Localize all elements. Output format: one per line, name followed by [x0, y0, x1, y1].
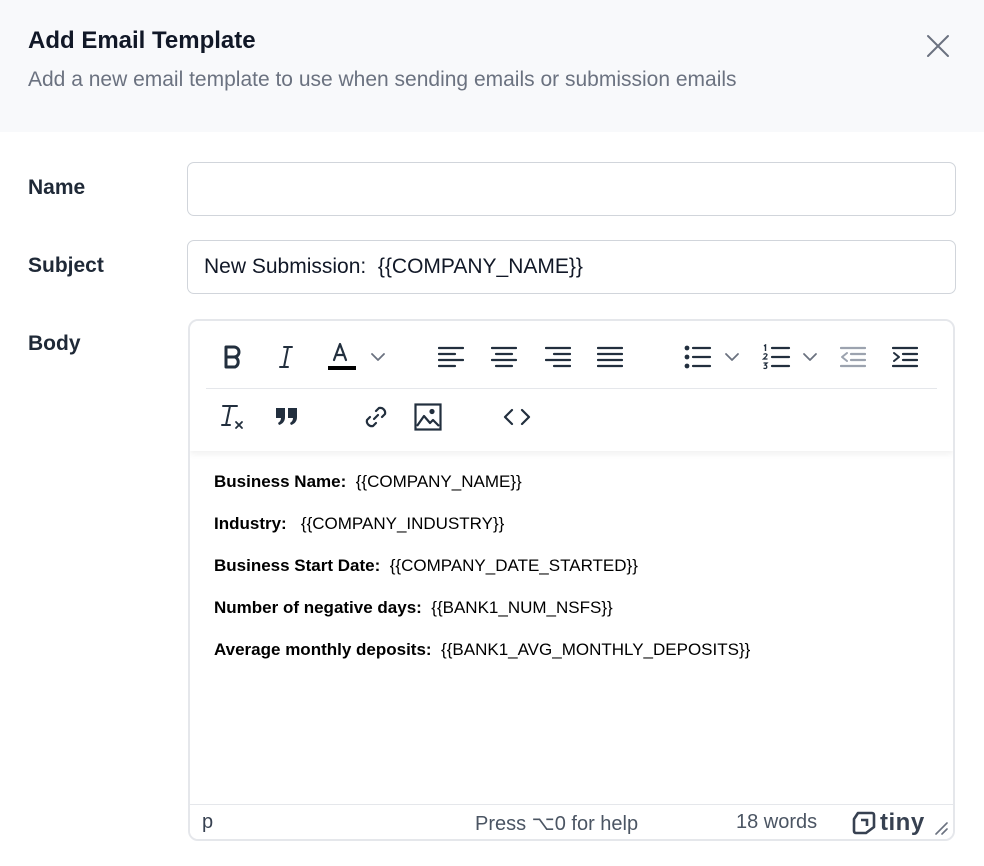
- text-color-icon: [328, 342, 385, 370]
- close-button[interactable]: [920, 28, 956, 64]
- editor-statusbar: p Press ⌥0 for help 18 words tiny: [190, 804, 953, 839]
- close-icon: [927, 35, 949, 57]
- content-line-business-name: Business Name: {{COMPANY_NAME}}: [214, 472, 522, 491]
- modal-header: Add Email Template Add a new email templ…: [0, 0, 984, 132]
- word-count[interactable]: 18 words: [736, 811, 817, 834]
- bullet-list-button[interactable]: [683, 339, 747, 375]
- bullet-list-icon: [684, 345, 739, 369]
- italic-icon: [279, 346, 293, 368]
- image-button[interactable]: [410, 399, 446, 435]
- align-left-icon: [438, 346, 464, 368]
- clear-formatting-button[interactable]: [215, 399, 251, 435]
- source-code-icon: [503, 408, 531, 426]
- content-line-start-date: Business Start Date: {{COMPANY_DATE_STAR…: [214, 556, 638, 575]
- align-right-icon: [545, 346, 571, 368]
- outdent-icon: [840, 346, 866, 368]
- resize-grip-icon: [935, 822, 948, 835]
- blockquote-icon: [276, 408, 297, 425]
- text-color-button[interactable]: [322, 339, 392, 375]
- indent-button[interactable]: [888, 339, 922, 375]
- help-hint: Press ⌥0 for help: [475, 813, 639, 835]
- tiny-logo-icon: [852, 811, 876, 835]
- numbered-list-button[interactable]: [761, 339, 825, 375]
- image-icon: [414, 403, 442, 431]
- content-line-industry: Industry: {{COMPANY_INDUSTRY}}: [214, 514, 505, 533]
- outdent-button[interactable]: [836, 339, 870, 375]
- bold-icon: [224, 345, 241, 369]
- name-input[interactable]: [187, 162, 956, 216]
- content-line-avg-deposits: Average monthly deposits: {{BANK1_AVG_MO…: [214, 640, 751, 659]
- element-path[interactable]: p: [202, 811, 213, 834]
- tiny-brand-text: tiny: [880, 809, 925, 836]
- align-left-button[interactable]: [434, 339, 468, 375]
- toolbar-row-2: [190, 389, 953, 449]
- link-button[interactable]: [358, 399, 394, 435]
- toolbar-row-1: [190, 321, 953, 389]
- resize-handle[interactable]: [934, 821, 948, 839]
- link-icon: [365, 406, 387, 428]
- align-center-button[interactable]: [487, 339, 521, 375]
- source-code-button[interactable]: [499, 399, 535, 435]
- subject-label: Subject: [28, 254, 104, 277]
- numbered-list-icon: [762, 344, 817, 370]
- name-label: Name: [28, 176, 86, 199]
- rich-text-editor: Business Name: {{COMPANY_NAME}} Industry…: [188, 319, 955, 841]
- blockquote-button[interactable]: [269, 399, 305, 435]
- modal-title: Add Email Template: [28, 27, 256, 54]
- align-justify-button[interactable]: [593, 339, 627, 375]
- bold-button[interactable]: [215, 339, 251, 375]
- editor-content[interactable]: Business Name: {{COMPANY_NAME}} Industry…: [214, 471, 934, 681]
- modal-subtitle: Add a new email template to use when sen…: [28, 68, 737, 91]
- editor-toolbar: [190, 321, 953, 451]
- subject-input[interactable]: [187, 240, 956, 294]
- align-right-button[interactable]: [541, 339, 575, 375]
- align-center-icon: [491, 346, 517, 368]
- content-line-negative-days: Number of negative days: {{BANK1_NUM_NSF…: [214, 598, 613, 617]
- indent-icon: [892, 346, 918, 368]
- clear-formatting-icon: [221, 405, 243, 429]
- align-justify-icon: [597, 346, 623, 368]
- italic-button[interactable]: [268, 339, 304, 375]
- body-label: Body: [28, 332, 81, 355]
- tiny-branding[interactable]: tiny: [852, 809, 925, 836]
